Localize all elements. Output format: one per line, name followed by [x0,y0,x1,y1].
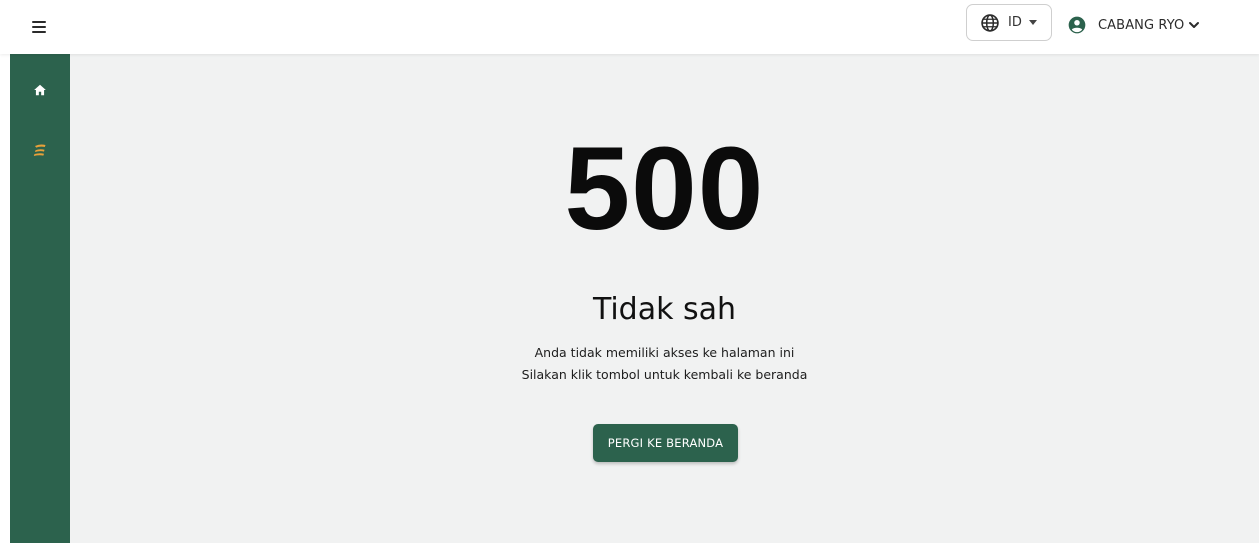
caret-down-icon [1028,20,1037,25]
home-icon [34,84,46,96]
brand-logo-icon [33,144,46,156]
language-selector[interactable]: ID [966,4,1052,41]
chevron-down-icon [1189,22,1200,28]
sidebar-item-logo[interactable] [10,130,70,170]
error-code: 500 [564,123,765,255]
sidebar [10,54,70,543]
top-app-bar: ID CABANG RYO [0,0,1259,54]
error-page-content: 500 Tidak sah Anda tidak memiliki akses … [70,54,1259,543]
error-message-line-1: Anda tidak memiliki akses ke halaman ini [534,345,795,360]
error-title: Tidak sah [592,292,737,327]
language-code: ID [1008,15,1022,30]
hamburger-menu-icon[interactable] [29,19,51,35]
globe-icon [981,13,999,32]
error-message-line-2: Silakan klik tombol untuk kembali ke ber… [521,367,808,382]
go-home-button[interactable]: PERGI KE BERANDA [593,424,738,462]
user-menu-button[interactable]: CABANG RYO [1067,10,1200,40]
user-name: CABANG RYO [1098,17,1185,33]
account-circle-icon [1068,16,1086,34]
sidebar-item-home[interactable] [10,70,70,110]
